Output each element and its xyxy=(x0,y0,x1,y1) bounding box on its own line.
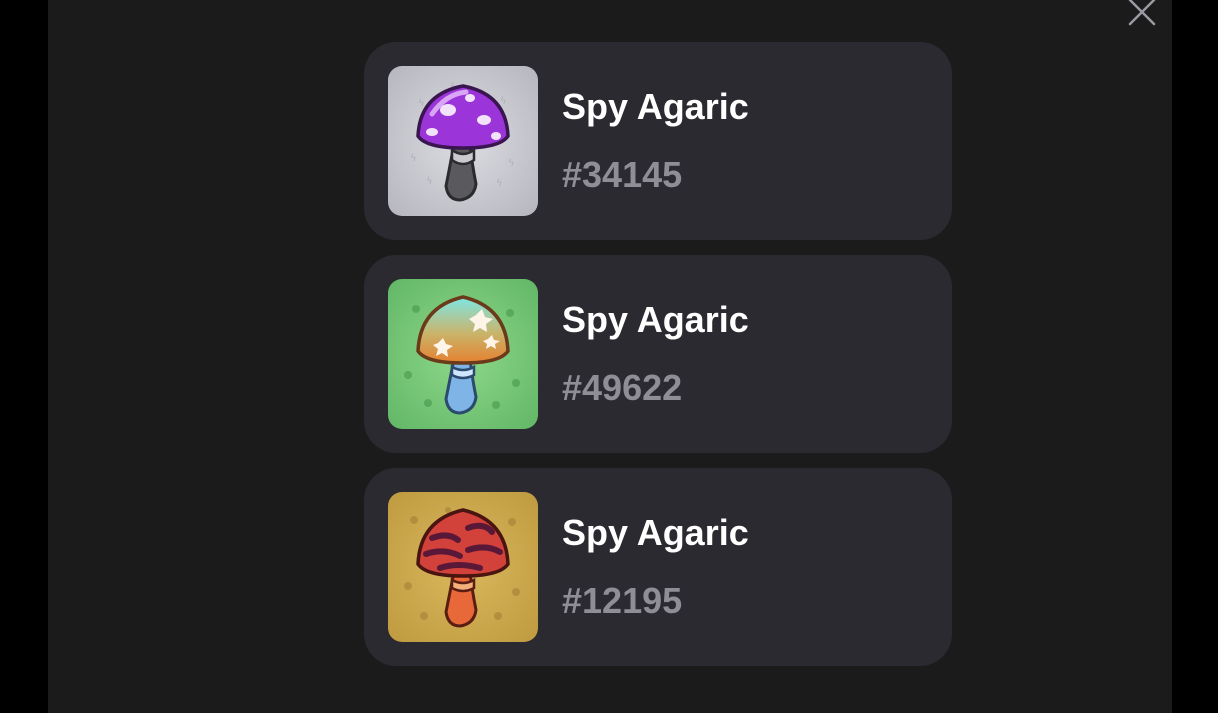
item-name: Spy Agaric xyxy=(562,512,749,553)
list-item[interactable]: Spy Agaric #49622 xyxy=(364,255,952,453)
svg-text:ϟ: ϟ xyxy=(508,158,515,169)
svg-text:ϟ: ϟ xyxy=(418,98,425,109)
svg-text:ϟ: ϟ xyxy=(410,153,417,164)
modal-dialog: ϟ ϟ ϟ ϟ ϟ ϟ ϟ xyxy=(48,0,1172,713)
svg-text:ϟ: ϟ xyxy=(426,176,433,187)
teal-orange-mushroom-image xyxy=(388,279,538,429)
purple-mushroom-image: ϟ ϟ ϟ ϟ ϟ ϟ ϟ xyxy=(388,66,538,216)
item-name: Spy Agaric xyxy=(562,86,749,127)
red-striped-mushroom-image xyxy=(388,492,538,642)
item-name: Spy Agaric xyxy=(562,299,749,340)
close-icon xyxy=(1128,0,1156,26)
item-number: #49622 xyxy=(562,367,683,408)
list-item[interactable]: Spy Agaric #12195 xyxy=(364,468,952,666)
list-item[interactable]: ϟ ϟ ϟ ϟ ϟ ϟ ϟ xyxy=(364,42,952,240)
close-button[interactable] xyxy=(1122,0,1162,32)
svg-text:ϟ: ϟ xyxy=(496,178,503,189)
item-number: #12195 xyxy=(562,580,683,621)
item-number: #34145 xyxy=(562,154,683,195)
svg-text:ϟ: ϟ xyxy=(500,96,507,107)
